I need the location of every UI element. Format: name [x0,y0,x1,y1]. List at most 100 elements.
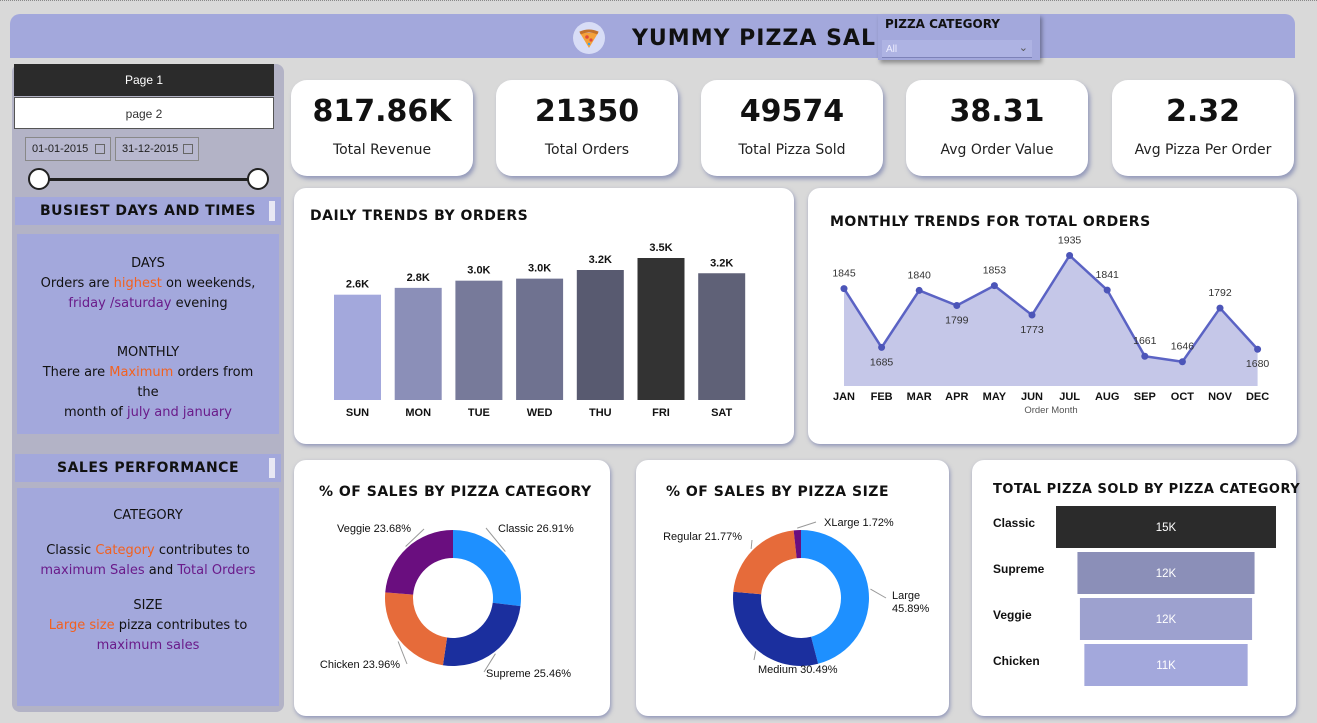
kpi-card-avg-order-value: 38.31 Avg Order Value [906,80,1088,176]
slice-medium [733,591,819,666]
sidebar: Page 1 page 2 01-01-2015 31-12-2015 BUSI… [12,64,284,712]
pizza-category-filter[interactable]: PIZZA CATEGORY All ⌄ [878,14,1040,60]
nav-page-2[interactable]: page 2 [14,97,274,129]
data-label: 3.2K [710,257,733,269]
filter-label: PIZZA CATEGORY [885,17,1000,31]
x-tick-label: WED [527,407,553,419]
text-span: orders from [173,365,254,380]
bar-thu [576,270,624,400]
kpi-label: Total Revenue [332,142,432,158]
kpi-label: Total Orders [544,142,630,158]
nav-page-1[interactable]: Page 1 [14,64,274,96]
daily-trends-chart: 2.6K SUN 2.8K MON 3.0K TUE 3.0K WED 3.2K THU 3.5K F… [334,242,746,419]
filter-value: All [886,44,898,55]
slice-label: Large [892,590,920,602]
category-line-1: Classic Category contributes to [17,541,279,561]
leader-line [750,539,753,549]
sales-performance-heading-text: SALES PERFORMANCE [56,460,240,476]
data-point [953,302,961,310]
kpi-label: Avg Order Value [940,142,1054,158]
text-span: evening [171,296,228,311]
x-tick-label: MON [405,407,431,419]
date-from-input[interactable]: 01-01-2015 [25,137,111,161]
data-point [1066,252,1074,260]
bar-tue [455,280,503,400]
slice-label: Classic 26.91% [498,523,574,535]
data-label: 15K [1156,522,1177,534]
text-span: Total Orders [177,563,256,578]
scrollbar[interactable] [269,458,275,478]
bar-mon [394,287,442,400]
slice-label: Chicken 23.96% [320,659,400,671]
kpi-value: 2.32 [1165,94,1241,129]
data-label: 2.8K [407,272,430,284]
x-tick-label: FEB [871,391,893,403]
busiest-days-box: DAYS Orders are highest on weekends, fri… [17,234,279,434]
sales-by-size-chart: Large45.89% Medium 30.49% Regular 21.77% XL… [663,517,930,676]
sales-performance-heading: SALES PERFORMANCE [15,454,281,482]
text-span: Classic [46,543,96,558]
data-label: 12K [1156,614,1177,626]
bar-sat [698,273,746,400]
x-tick-label: AUG [1095,391,1119,403]
calendar-icon[interactable] [95,144,105,154]
calendar-icon[interactable] [183,144,193,154]
text-span: on weekends, [161,276,256,291]
bar-fri [637,258,685,400]
category-label: Chicken [993,654,1040,668]
text-span: and [144,563,178,578]
data-label: 1773 [1020,324,1044,336]
scrollbar[interactable] [269,201,275,221]
data-label: 11K [1156,660,1176,672]
kpi-value: 38.31 [949,94,1045,129]
text-span: friday /saturday [68,296,172,311]
daily-trends-panel: DAILY TRENDS BY ORDERS 2.6K SUN 2.8K MON 3.0… [294,188,794,444]
data-label: 3.5K [649,242,672,254]
days-line-2: friday /saturday evening [17,294,279,314]
header-bar: YUMMY PIZZA SALES [10,14,1295,58]
dashboard-title: YUMMY PIZZA SALES [632,26,909,51]
text-span: highest [113,276,162,291]
data-label: 1792 [1208,287,1232,299]
text-span: month of [64,405,128,420]
category-label: Veggie [993,608,1032,622]
data-point [840,285,848,293]
monthly-line-2: the [137,385,159,400]
data-point [1254,345,1262,353]
x-tick-label: MAY [983,391,1007,403]
days-line-1: Orders are highest on weekends, [17,274,279,294]
data-label: 1799 [945,315,969,327]
date-to-input[interactable]: 31-12-2015 [115,137,199,161]
pizza-logo-icon [573,22,605,54]
x-tick-label: DEC [1246,391,1269,403]
data-point [1141,352,1149,360]
monthly-line-1: There are Maximum orders from [17,363,279,383]
date-slider-start-handle[interactable] [28,168,50,190]
x-tick-label: FRI [652,407,670,419]
leader-line [797,521,817,529]
date-slider-end-handle[interactable] [247,168,269,190]
monthly-trends-panel: MONTHLY TRENDS FOR TOTAL ORDERS 1845 JAN 1… [808,188,1297,444]
x-tick-label: THU [589,407,612,419]
text-span: There are [42,365,110,380]
x-tick-label: SUN [346,407,369,419]
kpi-value: 49574 [739,94,845,129]
data-point [915,286,923,294]
filter-dropdown[interactable]: All ⌄ [882,40,1032,58]
size-heading: SIZE [133,598,163,613]
x-tick-label: SAT [711,407,732,419]
kpi-value: 21350 [534,94,640,129]
text-span: Maximum [109,365,174,380]
data-point [990,282,998,290]
slice-label: 45.89% [892,603,930,615]
area-fill [844,255,1258,386]
slice-label: Medium 30.49% [758,664,838,676]
monthly-heading: MONTHLY [116,345,180,360]
date-slider-track[interactable] [38,178,260,181]
slice-veggie [385,530,453,595]
data-label: 1840 [908,269,932,281]
kpi-label: Total Pizza Sold [738,142,846,158]
leader-line [870,588,887,599]
x-tick-label: NOV [1208,391,1233,403]
data-label: 3.0K [467,265,490,277]
